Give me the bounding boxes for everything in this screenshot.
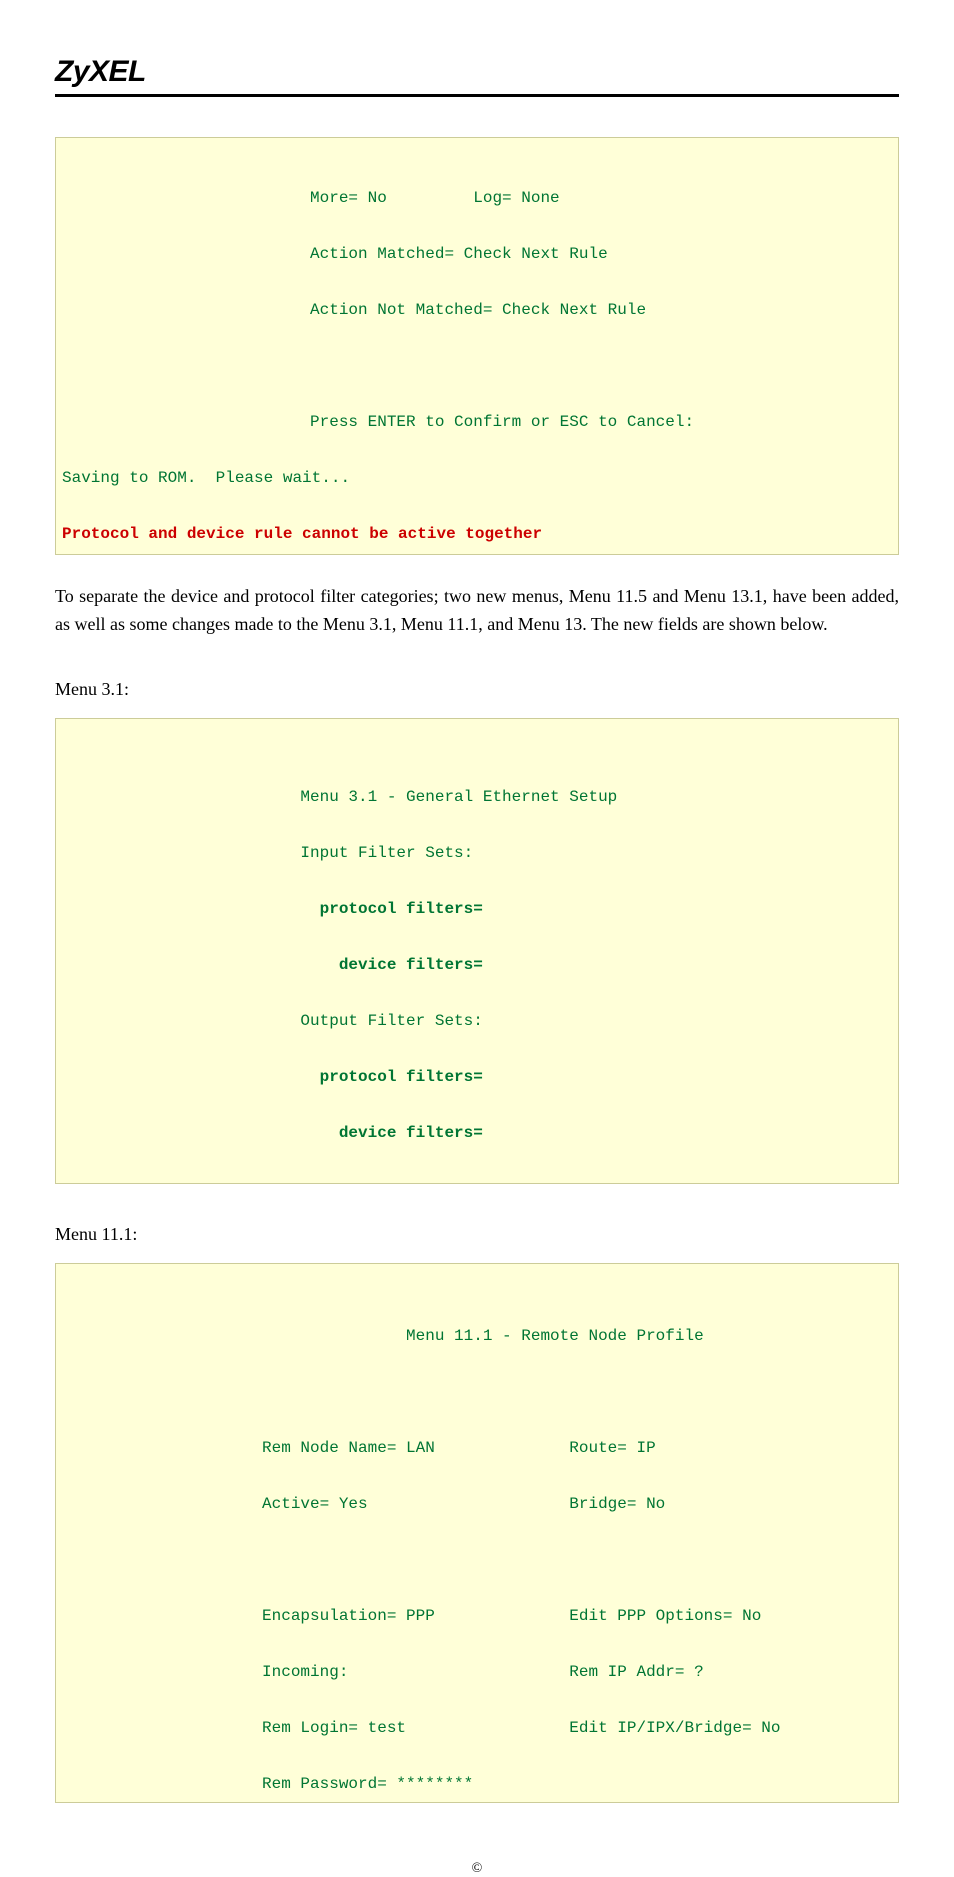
term-line: Menu 11.1 - Remote Node Profile — [60, 1322, 894, 1350]
terminal-block-3: Menu 11.1 - Remote Node Profile Rem Node… — [55, 1263, 899, 1803]
menu-label-3-1: Menu 3.1: — [55, 679, 899, 700]
term-line: Action Matched= Check Next Rule — [60, 240, 894, 268]
term-error-line: Protocol and device rule cannot be activ… — [60, 520, 894, 548]
term-line: Action Not Matched= Check Next Rule — [60, 296, 894, 324]
body-paragraph: To separate the device and protocol filt… — [55, 583, 899, 639]
term-line — [60, 352, 894, 380]
term-line-bold: device filters= — [60, 1119, 894, 1147]
term-line: Rem Password= ******** — [60, 1770, 894, 1798]
term-line: Menu 3.1 - General Ethernet Setup — [60, 783, 894, 811]
term-line — [60, 1378, 894, 1406]
term-line: Saving to ROM. Please wait... — [60, 464, 894, 492]
term-line: Incoming: Rem IP Addr= ? — [60, 1658, 894, 1686]
term-line: Input Filter Sets: — [60, 839, 894, 867]
term-line: Rem Login= test Edit IP/IPX/Bridge= No — [60, 1714, 894, 1742]
term-line: Rem Node Name= LAN Route= IP — [60, 1434, 894, 1462]
header-rule — [55, 94, 899, 97]
term-line: Output Filter Sets: — [60, 1007, 894, 1035]
footer-copyright: © — [55, 1861, 899, 1877]
term-line-bold: protocol filters= — [60, 1063, 894, 1091]
terminal-block-1: More= No Log= None Action Matched= Check… — [55, 137, 899, 555]
brand-logo: ZyXEL — [55, 55, 899, 94]
term-line: Active= Yes Bridge= No — [60, 1490, 894, 1518]
term-line-bold: protocol filters= — [60, 895, 894, 923]
term-line-bold: device filters= — [60, 951, 894, 979]
term-line: Encapsulation= PPP Edit PPP Options= No — [60, 1602, 894, 1630]
term-line: Press ENTER to Confirm or ESC to Cancel: — [60, 408, 894, 436]
menu-label-11-1: Menu 11.1: — [55, 1224, 899, 1245]
term-line — [60, 1546, 894, 1574]
terminal-block-2: Menu 3.1 - General Ethernet Setup Input … — [55, 718, 899, 1184]
term-line: More= No Log= None — [60, 184, 894, 212]
